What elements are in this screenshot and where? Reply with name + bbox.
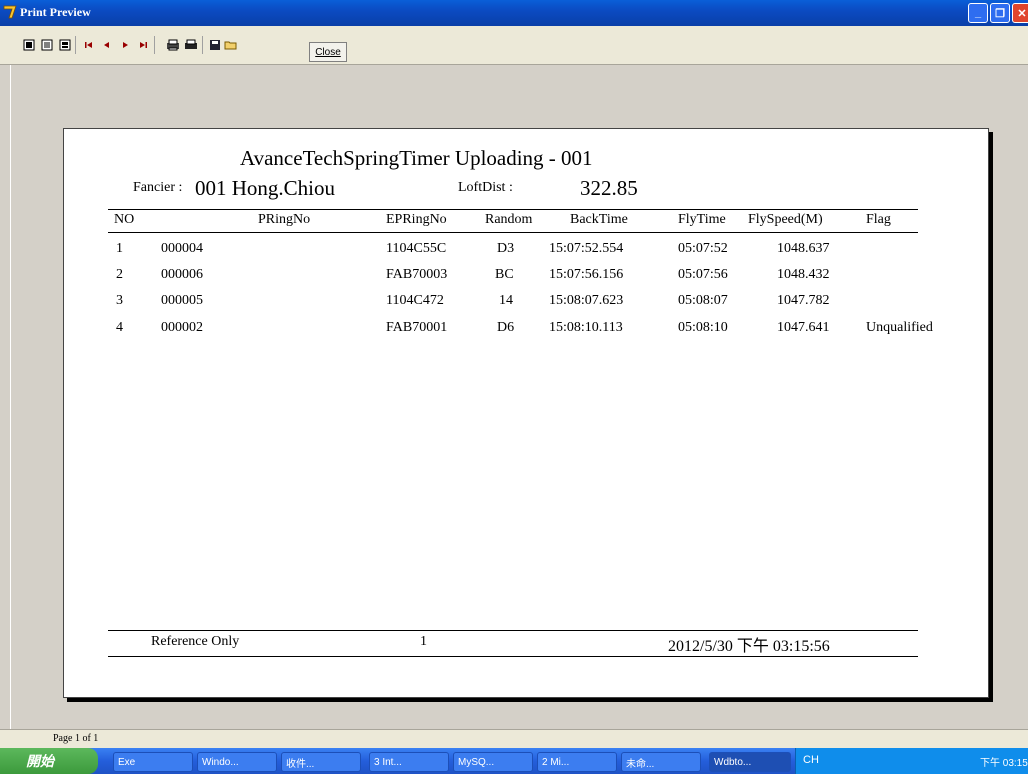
maximize-button[interactable]: ❐ [990,3,1010,23]
window-title-bar[interactable]: Print Preview _ ❐ ✕ [0,0,1028,26]
print-icon[interactable] [184,38,198,52]
cell-flyspeed: 1047.641 [777,320,830,335]
header-top-rule [108,209,918,210]
last-page-icon[interactable] [136,38,150,52]
cell-backtime: 15:08:10.113 [549,320,623,335]
window-title: Print Preview [20,5,91,19]
cell-pring: 000005 [161,293,203,308]
footer-bottom-rule [108,656,918,657]
cell-epring: 1104C472 [386,293,444,308]
col-header-epring: EPRingNo [386,212,447,227]
cell-random: BC [495,267,514,282]
cell-flyspeed: 1047.782 [777,293,830,308]
task-button[interactable]: 未命... [621,752,701,772]
cell-random: 14 [499,293,513,308]
col-header-backtime: BackTime [570,212,628,227]
toolbar [0,26,1028,65]
fancier-label: Fancier : [133,180,183,195]
first-page-icon[interactable] [82,38,96,52]
cell-pring: 000004 [161,241,203,256]
task-button[interactable]: Windo... [197,752,277,772]
cell-flag: Unqualified [866,320,933,335]
cell-flytime: 05:07:52 [678,241,728,256]
footer-top-rule [108,630,918,631]
cell-no: 3 [116,293,123,308]
col-header-random: Random [485,212,533,227]
col-header-pring: PRingNo [258,212,311,227]
two-pages-icon[interactable] [40,38,54,52]
cell-random: D3 [497,241,515,256]
task-button[interactable]: 2 Mi... [537,752,617,772]
report-title: AvanceTechSpringTimer Uploading - 001 [240,146,593,170]
cell-no: 1 [116,241,123,256]
toolbar-separator [202,36,203,54]
cell-flytime: 05:07:56 [678,267,728,282]
cell-epring: 1104C55C [386,241,447,256]
toolbar-separator [154,36,155,54]
ime-indicator[interactable]: CH [803,754,819,766]
app-icon [3,5,17,19]
col-header-flag: Flag [866,212,891,227]
cell-backtime: 15:07:52.554 [549,241,624,256]
footer-reference: Reference Only [151,634,240,649]
cell-epring: FAB70001 [386,320,448,335]
status-bar [0,729,1028,749]
cell-random: D6 [497,320,515,335]
task-button[interactable]: MySQ... [453,752,533,772]
cell-flyspeed: 1048.637 [777,241,830,256]
task-button[interactable]: 收件... [281,752,361,772]
cell-pring: 000006 [161,267,203,282]
close-button[interactable]: Close [309,42,347,62]
start-label: 開始 [26,753,54,769]
cell-flytime: 05:08:07 [678,293,728,308]
cell-backtime: 15:08:07.623 [549,293,624,308]
cell-no: 4 [116,320,123,335]
task-button[interactable]: 3 Int... [369,752,449,772]
print-setup-icon[interactable] [166,38,180,52]
page-indicator: Page 1 of 1 [53,733,99,744]
close-window-button[interactable]: ✕ [1012,3,1028,23]
cell-pring: 000002 [161,320,203,335]
cell-no: 2 [116,267,123,282]
footer-page-number: 1 [420,634,427,649]
cell-flytime: 05:08:10 [678,320,728,335]
fancier-value: 001 Hong.Chiou [195,176,336,200]
col-header-flytime: FlyTime [678,212,726,227]
cell-backtime: 15:07:56.156 [549,267,624,282]
one-page-icon[interactable] [22,38,36,52]
save-icon[interactable] [208,38,222,52]
next-page-icon[interactable] [118,38,132,52]
cell-flyspeed: 1048.432 [777,267,830,282]
toolbar-separator [75,36,76,54]
prev-page-icon[interactable] [100,38,114,52]
task-button[interactable]: Wdbto... [709,752,791,772]
loftdist-label: LoftDist : [458,180,513,195]
clock: 下午 03:15 [980,758,1028,769]
open-icon[interactable] [224,38,238,52]
loftdist-value: 322.85 [580,176,638,200]
col-header-flyspeed: FlySpeed(M) [748,212,823,227]
start-button[interactable]: 開始 [0,748,98,774]
footer-datetime: 2012/5/30 下午 03:15:56 [668,638,830,655]
cell-epring: FAB70003 [386,267,448,282]
task-button[interactable]: Exe [113,752,193,772]
header-bottom-rule [108,232,918,233]
minimize-button[interactable]: _ [968,3,988,23]
col-header-no: NO [114,212,135,227]
zoom-icon[interactable] [58,38,72,52]
